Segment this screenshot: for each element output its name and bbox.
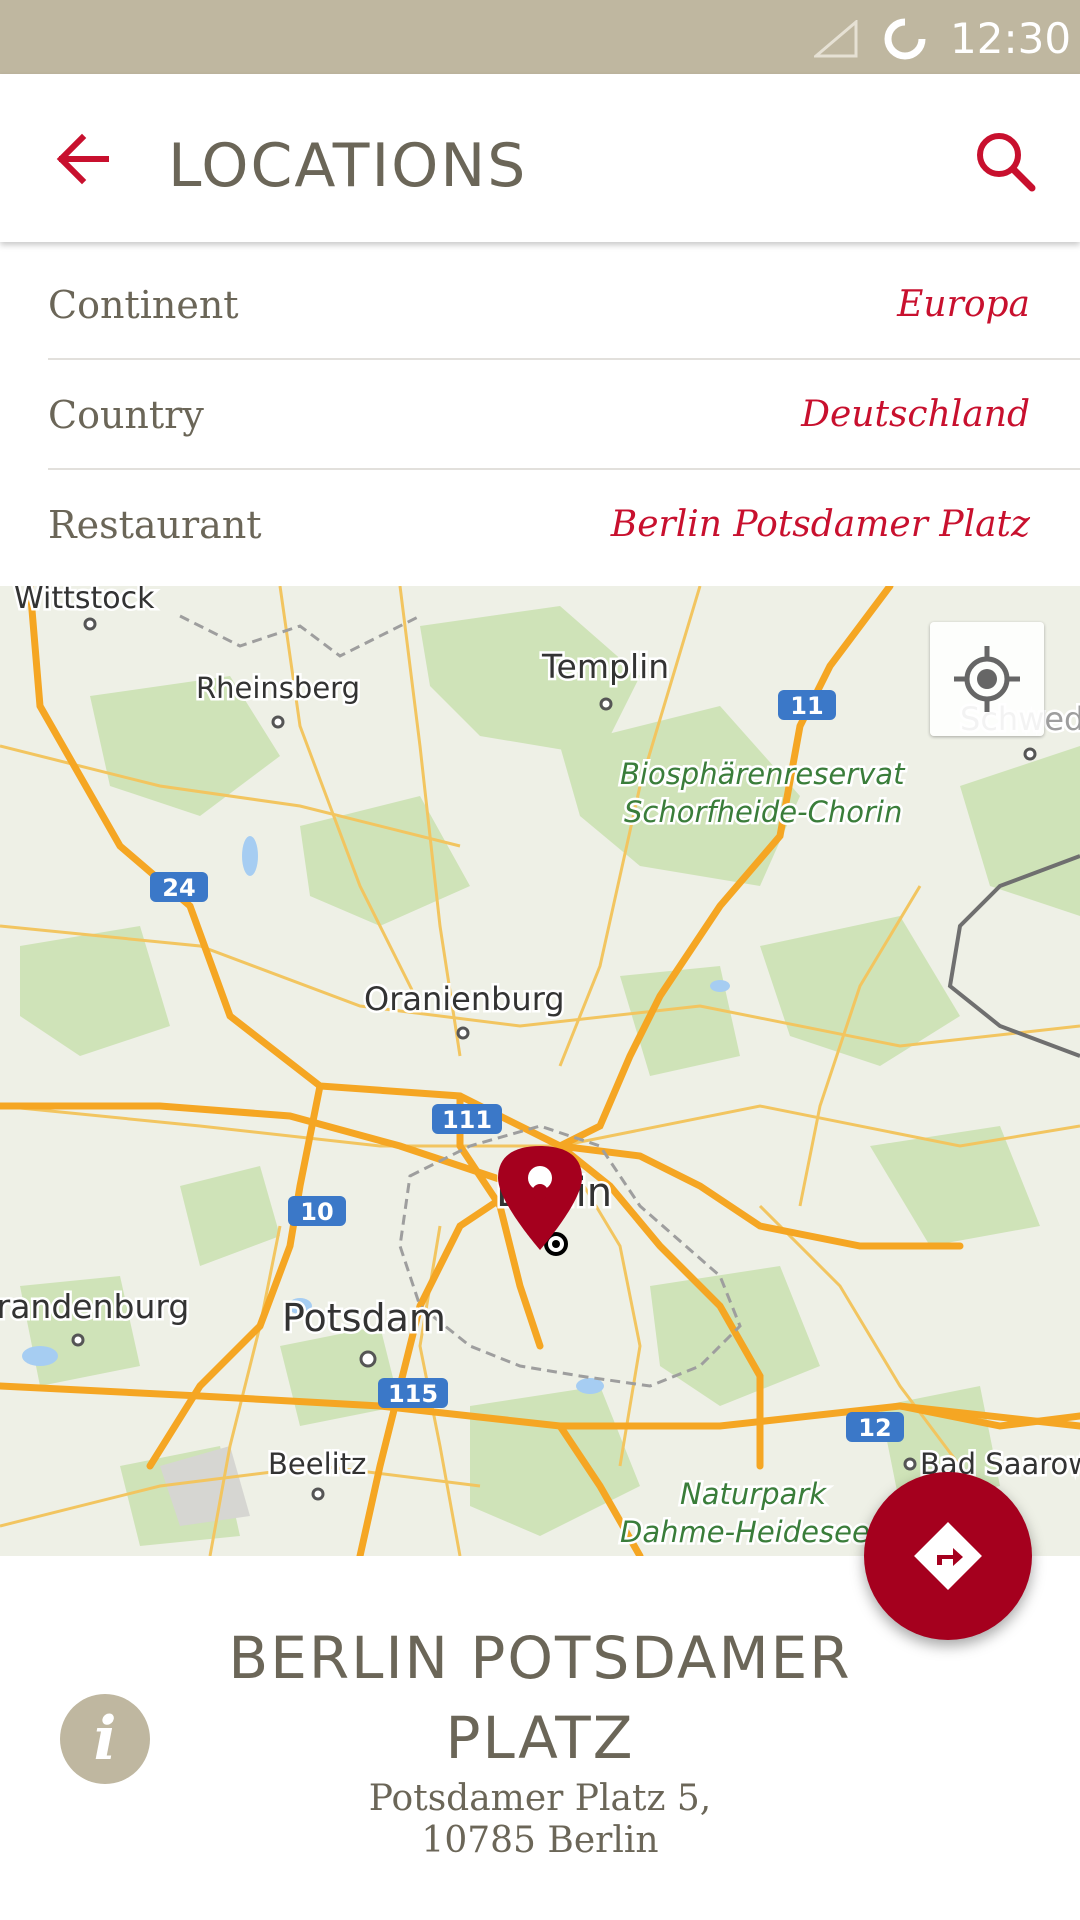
label-naturpark-2: Dahme-Heideseen [620,1515,888,1549]
location-address: Potsdamer Platz 5, 10785 Berlin [190,1778,890,1862]
label-naturpark-1: Naturpark [680,1477,827,1511]
svg-text:11: 11 [790,692,823,720]
status-bar: 12:30 [0,0,1080,74]
label-biosphere-1: Biosphärenreservat [620,757,906,791]
svg-text:10: 10 [300,1198,333,1226]
shield-a11: 11 [778,690,836,720]
info-icon[interactable]: i [60,1694,150,1784]
continent-row[interactable]: Continent Europa [48,250,1080,360]
shield-a111: 111 [432,1104,502,1134]
svg-text:24: 24 [162,874,195,902]
shield-a24: 24 [150,872,208,902]
shield-a115: 115 [378,1378,448,1408]
label-templin: Templin [541,647,669,686]
label-biosphere-2: Schorfheide-Chorin [624,795,902,829]
label-wittstock: Wittstock [14,586,155,616]
search-icon[interactable] [960,116,1050,206]
restaurant-label: Restaurant [48,503,262,547]
map-view[interactable]: Wittstock Rheinsberg Templin Schwed Oran… [0,586,1080,1556]
label-beelitz: Beelitz [268,1447,366,1481]
country-value[interactable]: Deutschland [801,388,1030,442]
my-location-button[interactable] [930,622,1044,736]
map-canvas[interactable]: Wittstock Rheinsberg Templin Schwed Oran… [0,586,1080,1556]
continent-value[interactable]: Europa [897,278,1030,332]
label-potsdam: Potsdam [282,1296,446,1340]
address-line-2: 10785 Berlin [421,1820,659,1861]
sync-icon [884,18,926,60]
restaurant-row[interactable]: Restaurant Berlin Potsdamer Platz [48,470,1080,580]
label-brandenburg: Brandenburg [0,1287,189,1326]
label-rheinsberg: Rheinsberg [196,671,360,705]
my-location-icon [954,646,1020,712]
directions-button[interactable] [864,1472,1032,1640]
svg-text:115: 115 [388,1380,438,1408]
state-border [179,614,421,658]
cell-signal-icon [814,20,858,58]
country-label: Country [48,393,204,437]
label-oranienburg: Oranienburg [364,980,565,1018]
arrow-back-icon[interactable] [40,114,130,204]
restaurant-value[interactable]: Berlin Potsdamer Platz [611,498,1030,552]
app-bar: LOCATIONS [0,74,1080,242]
country-row[interactable]: Country Deutschland [48,360,1080,470]
continent-label: Continent [48,283,239,327]
status-time: 12:30 [950,14,1072,63]
svg-text:12: 12 [858,1414,891,1442]
directions-icon [914,1522,982,1590]
shield-a12: 12 [846,1412,904,1442]
address-line-1: Potsdamer Platz 5, [368,1778,712,1819]
page-title: LOCATIONS [168,131,528,201]
location-name: BERLIN POTSDAMER PLATZ [228,1624,852,1772]
shield-a10: 10 [288,1196,346,1226]
svg-text:111: 111 [442,1106,492,1134]
